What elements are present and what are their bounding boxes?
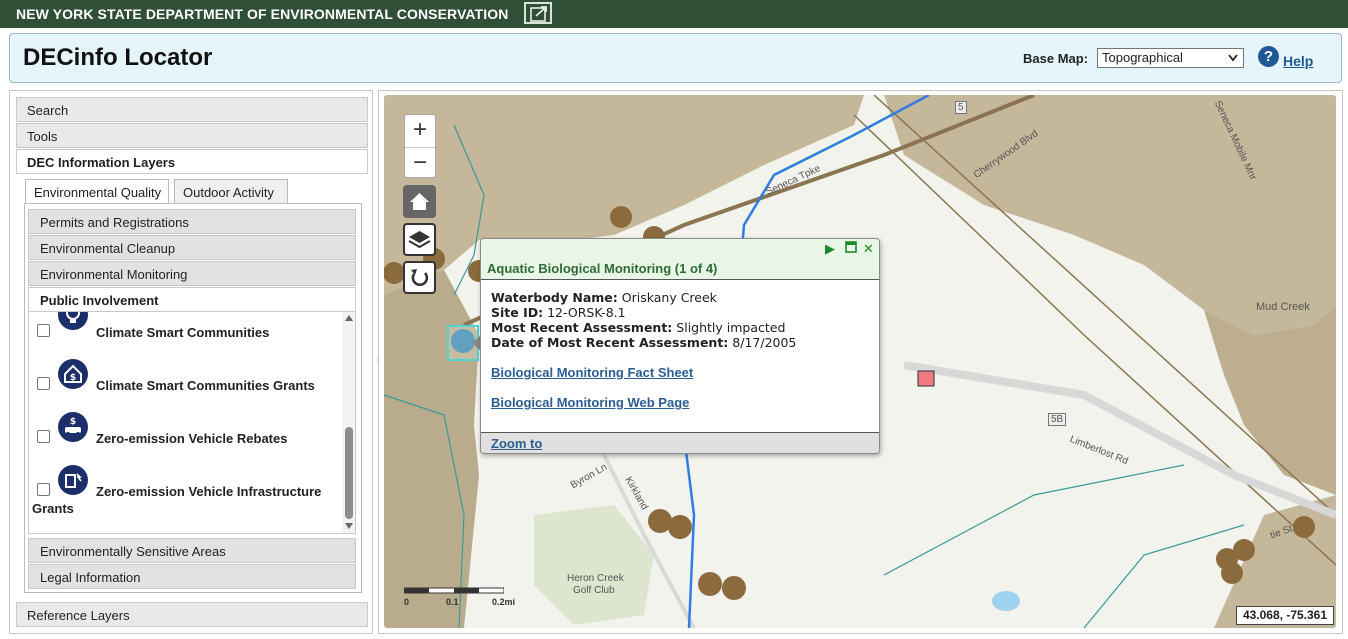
basemap-label: Base Map: bbox=[1023, 51, 1089, 66]
legal-info-header[interactable]: Legal Information bbox=[28, 564, 356, 589]
layer-label: Climate Smart Communities Grants bbox=[96, 378, 315, 393]
lightbulb-icon bbox=[58, 312, 88, 330]
dec-layers-section-header[interactable]: DEC Information Layers bbox=[16, 149, 368, 174]
popup-footer: Zoom to bbox=[481, 432, 879, 453]
web-page-link[interactable]: Biological Monitoring Web Page bbox=[491, 395, 689, 410]
field-value: 8/17/2005 bbox=[732, 335, 797, 350]
tab-environmental-quality[interactable]: Environmental Quality bbox=[25, 179, 169, 204]
basemap-select[interactable]: Topographical bbox=[1097, 48, 1244, 68]
route-shield: 5B bbox=[1048, 413, 1067, 426]
public-involvement-header[interactable]: Public Involvement bbox=[28, 287, 356, 312]
route-shield: 5 bbox=[955, 101, 967, 114]
scale-label: 0 bbox=[404, 597, 410, 607]
road-label: Heron Creek bbox=[567, 573, 624, 584]
layer-checkbox[interactable] bbox=[37, 430, 50, 443]
svg-text:$: $ bbox=[70, 417, 76, 427]
reference-layers-section-header[interactable]: Reference Layers bbox=[16, 602, 368, 627]
layer-list-scrollbar[interactable] bbox=[342, 312, 355, 533]
help-icon[interactable]: ? bbox=[1258, 46, 1279, 67]
zoom-controls: + − bbox=[404, 114, 436, 178]
close-icon[interactable]: ✕ bbox=[863, 241, 874, 257]
scroll-thumb[interactable] bbox=[345, 427, 353, 519]
agency-bar: NEW YORK STATE DEPARTMENT OF ENVIRONMENT… bbox=[0, 0, 1348, 28]
refresh-button[interactable] bbox=[403, 261, 436, 294]
info-popup: ▶ ✕ Aquatic Biological Monitoring (1 of … bbox=[480, 238, 880, 454]
scroll-down-icon[interactable] bbox=[345, 523, 353, 529]
layer-checkbox[interactable] bbox=[37, 483, 50, 496]
field-label: Date of Most Recent Assessment: bbox=[491, 335, 729, 350]
popup-header: ▶ ✕ Aquatic Biological Monitoring (1 of … bbox=[481, 239, 879, 280]
cleanup-header[interactable]: Environmental Cleanup bbox=[28, 235, 356, 260]
layer-list: Climate Smart Communities $ Climate Smar… bbox=[28, 311, 356, 534]
agency-title: NEW YORK STATE DEPARTMENT OF ENVIRONMENT… bbox=[16, 6, 509, 22]
left-panel: Search Tools DEC Information Layers Envi… bbox=[9, 90, 373, 634]
road-label: Mud Creek bbox=[1256, 301, 1310, 313]
field-label: Waterbody Name: bbox=[491, 290, 618, 305]
layer-label: Climate Smart Communities bbox=[96, 325, 270, 340]
field-label: Site ID: bbox=[491, 305, 544, 320]
chevron-down-icon bbox=[1228, 54, 1238, 62]
popup-title: Aquatic Biological Monitoring (1 of 4) bbox=[487, 261, 718, 276]
popup-fields: Waterbody Name: Oriskany Creek Site ID: … bbox=[491, 290, 871, 350]
dollar-house-icon: $ bbox=[58, 359, 88, 389]
scroll-up-icon[interactable] bbox=[345, 315, 353, 321]
home-icon bbox=[410, 193, 429, 210]
tab-body: Permits and Registrations Environmental … bbox=[24, 203, 362, 593]
monitoring-header[interactable]: Environmental Monitoring bbox=[28, 261, 356, 286]
home-button[interactable] bbox=[403, 185, 436, 218]
field-value: 12-ORSK-8.1 bbox=[547, 305, 626, 320]
maximize-icon[interactable] bbox=[845, 241, 857, 256]
popup-field-row: Site ID: 12-ORSK-8.1 bbox=[491, 305, 871, 320]
scale-bar: 0 0.1 0.2mi bbox=[404, 587, 524, 607]
app-header: DECinfo Locator Base Map: Topographical … bbox=[9, 33, 1342, 83]
basemap-layers-button[interactable] bbox=[403, 223, 436, 256]
scale-label: 0.1 bbox=[446, 597, 459, 607]
next-feature-icon[interactable]: ▶ bbox=[825, 241, 835, 257]
car-dollar-icon: $ bbox=[58, 412, 88, 442]
basemap-selected-value: Topographical bbox=[1102, 50, 1183, 65]
fact-sheet-link[interactable]: Biological Monitoring Fact Sheet bbox=[491, 365, 693, 380]
road-label: Golf Club bbox=[573, 585, 615, 596]
layer-label-cont: Grants bbox=[32, 501, 74, 516]
help-link[interactable]: Help bbox=[1283, 53, 1313, 69]
popup-field-row: Date of Most Recent Assessment: 8/17/200… bbox=[491, 335, 871, 350]
refresh-icon bbox=[411, 269, 429, 287]
search-section-header[interactable]: Search bbox=[16, 97, 368, 122]
svg-text:$: $ bbox=[70, 373, 76, 383]
layer-checkbox[interactable] bbox=[37, 377, 50, 390]
layer-label: Zero-emission Vehicle Rebates bbox=[96, 431, 288, 446]
field-value: Slightly impacted bbox=[676, 320, 786, 335]
popup-field-row: Waterbody Name: Oriskany Creek bbox=[491, 290, 871, 305]
scale-label: 0.2mi bbox=[492, 597, 516, 607]
sensitive-areas-header[interactable]: Environmentally Sensitive Areas bbox=[28, 538, 356, 563]
popup-field-row: Most Recent Assessment: Slightly impacte… bbox=[491, 320, 871, 335]
external-link-icon[interactable] bbox=[524, 2, 552, 24]
app-title: DECinfo Locator bbox=[23, 44, 213, 71]
map-view[interactable]: Seneca Tpke Mud Creek Byron Ln Kirkland … bbox=[384, 95, 1336, 628]
tools-section-header[interactable]: Tools bbox=[16, 123, 368, 148]
zoom-to-link[interactable]: Zoom to bbox=[491, 436, 542, 451]
field-label: Most Recent Assessment: bbox=[491, 320, 673, 335]
permits-header[interactable]: Permits and Registrations bbox=[28, 209, 356, 234]
layer-checkbox[interactable] bbox=[37, 324, 50, 337]
panel-splitter[interactable]: ⋮ bbox=[373, 355, 383, 375]
ev-charger-icon bbox=[58, 465, 88, 495]
coordinate-readout: 43.068, -75.361 bbox=[1236, 606, 1334, 625]
layer-label: Zero-emission Vehicle Infrastructure bbox=[96, 484, 322, 499]
field-value: Oriskany Creek bbox=[621, 290, 717, 305]
layers-icon bbox=[408, 231, 431, 249]
zoom-in-button[interactable]: + bbox=[405, 115, 435, 146]
zoom-out-button[interactable]: − bbox=[405, 147, 435, 178]
tab-outdoor-activity[interactable]: Outdoor Activity bbox=[174, 179, 288, 204]
